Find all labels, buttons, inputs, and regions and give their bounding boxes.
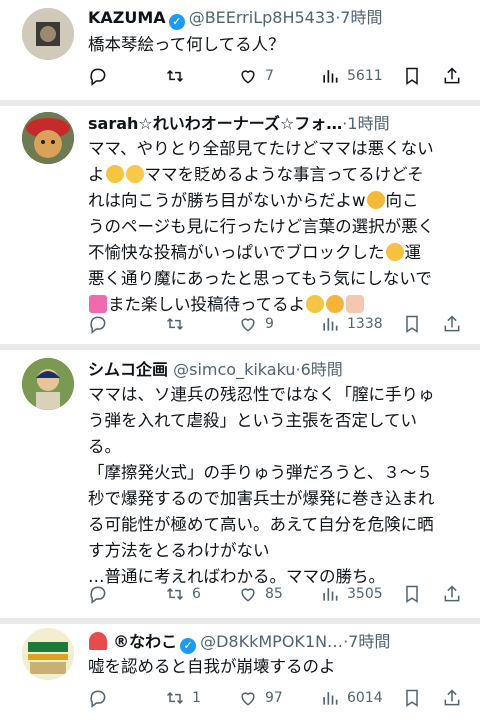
tweet-actions: 6 85 3505 [88, 582, 468, 606]
grinning-emoji-icon [385, 243, 404, 261]
share-icon [444, 689, 460, 706]
reply-icon [90, 690, 106, 708]
like-button[interactable]: 97 [238, 686, 283, 710]
bookmark-icon [406, 585, 418, 603]
share-button[interactable] [442, 64, 462, 88]
retweet-button[interactable] [165, 64, 192, 88]
reply-icon [90, 586, 106, 604]
bookmark-icon [406, 67, 418, 85]
author-name[interactable]: シムコ企画 [88, 360, 168, 379]
like-icon [241, 588, 255, 602]
cat-emoji-icon [306, 295, 325, 313]
tweet-card[interactable]: KAZUMA ✓ @BEErriLp8H5433·7時間 橋本琴絵って何してる人？ … [0, 0, 480, 100]
retweet-button[interactable]: 1 [165, 686, 201, 710]
reply-button[interactable] [88, 582, 115, 606]
tweet-time[interactable]: ·6時間 [295, 360, 342, 379]
hearts-emoji-icon [89, 295, 107, 313]
tweet-actions: 7 5611 [88, 64, 468, 88]
share-button[interactable] [442, 582, 462, 606]
reply-button[interactable] [88, 312, 115, 336]
tweet-header: KAZUMA ✓ @BEErriLp8H5433·7時間 [88, 6, 472, 30]
like-icon [241, 318, 255, 332]
author-name[interactable]: ®なわこ [113, 632, 177, 651]
tweet-header: ®なわこ ✓ @D8KkMPOK1N…·7時間 [88, 630, 472, 654]
share-icon [444, 315, 460, 332]
like-icon [241, 692, 255, 706]
bookmark-icon [406, 315, 418, 333]
bookmark-button[interactable] [402, 64, 422, 88]
author-name[interactable]: KAZUMA [88, 8, 166, 27]
share-button[interactable] [442, 686, 462, 710]
views-button[interactable]: 6014 [320, 686, 383, 710]
retweet-icon [166, 317, 184, 331]
retweet-button[interactable] [165, 312, 192, 336]
author-handle[interactable]: @simco_kikaku [173, 360, 295, 379]
heart-hands-emoji-icon [346, 295, 365, 313]
views-icon [323, 70, 338, 83]
tweet-text: 嘘を認めると自我が崩壊するのよ [88, 657, 336, 676]
views-icon [323, 692, 338, 705]
bookmark-button[interactable] [402, 686, 422, 710]
reply-icon [90, 316, 106, 334]
retweet-icon [166, 587, 184, 601]
like-button[interactable]: 85 [238, 582, 283, 606]
tweet-time[interactable]: ·7時間 [335, 8, 382, 27]
author-handle[interactable]: @BEErriLp8H5433 [189, 8, 336, 27]
bookmark-button[interactable] [402, 312, 422, 336]
tweet-actions: 9 1338 [88, 312, 468, 336]
share-icon [444, 585, 460, 602]
author-handle[interactable]: @D8KkMPOK1N… [200, 632, 343, 651]
tweet-header: sarah☆れいわオーナーズ☆フォ…·1時間 [88, 112, 472, 136]
views-icon [323, 318, 338, 331]
tweet-time[interactable]: ·7時間 [343, 632, 390, 651]
reply-button[interactable] [88, 686, 115, 710]
reply-button[interactable] [88, 64, 115, 88]
reply-icon [90, 68, 106, 86]
verified-badge-icon: ✓ [180, 638, 197, 654]
like-button[interactable]: 9 [238, 312, 274, 336]
like-icon [241, 70, 255, 84]
share-button[interactable] [442, 312, 462, 336]
tweet-card[interactable]: シムコ企画 @simco_kikaku·6時間 ママは、ソ連兵の残忍性ではなく「… [0, 350, 480, 618]
watermelon-emoji-icon [89, 632, 107, 650]
grinning-sweat-emoji-icon [366, 191, 385, 209]
tweet-header: シムコ企画 @simco_kikaku·6時間 [88, 358, 472, 382]
avatar[interactable] [22, 628, 74, 680]
share-icon [444, 67, 460, 84]
pleading-face-emoji-icon [125, 165, 144, 183]
views-button[interactable]: 3505 [320, 582, 383, 606]
views-icon [323, 588, 338, 601]
like-button[interactable]: 7 [238, 64, 274, 88]
retweet-icon [166, 691, 184, 705]
cat-emoji-icon [105, 165, 124, 183]
bookmark-icon [406, 689, 418, 707]
tweet-card[interactable]: sarah☆れいわオーナーズ☆フォ…·1時間 ママ、やりとり全部見てたけどママは… [0, 106, 480, 344]
bookmark-button[interactable] [402, 582, 422, 606]
tweet-text: ママは、ソ連兵の残忍性ではなく「膣に手りゅ う弾を入れて虐殺」という主張を否定し… [88, 385, 435, 586]
avatar[interactable] [22, 8, 74, 60]
tweet-card[interactable]: ®なわこ ✓ @D8KkMPOK1N…·7時間 嘘を認めると自我が崩壊するのよ 1 … [0, 624, 480, 722]
avatar[interactable] [22, 112, 74, 164]
views-button[interactable]: 5611 [320, 64, 383, 88]
retweet-button[interactable]: 6 [165, 582, 201, 606]
tweet-time[interactable]: ·1時間 [342, 114, 389, 133]
verified-badge-icon: ✓ [168, 14, 185, 30]
tweet-text: 橋本琴絵って何してる人？ [88, 35, 285, 54]
avatar[interactable] [22, 358, 74, 410]
smiling-hearts-emoji-icon [326, 295, 345, 313]
retweet-icon [166, 69, 184, 83]
author-name[interactable]: sarah☆れいわオーナーズ☆フォ… [88, 114, 342, 133]
tweet-text: ママ、やりとり全部見てたけどママは悪くない よママを貶めるような事言ってるけどそ… [88, 139, 435, 314]
tweet-actions: 1 97 6014 [88, 686, 468, 710]
views-button[interactable]: 1338 [320, 312, 383, 336]
